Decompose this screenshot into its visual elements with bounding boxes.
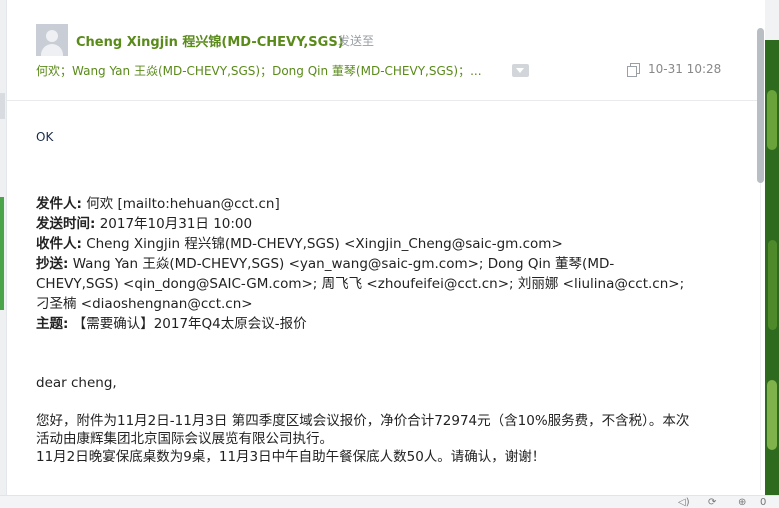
vertical-scrollbar[interactable] [756,0,765,495]
paragraph-2: 11月2日晚宴保底桌数为9桌，11月3日中午自助午餐保底人数50人。请确认，谢谢… [36,449,546,465]
avatar-icon[interactable] [36,24,68,56]
paragraph-1-line-2: 活动由康辉集团北京国际会议展览有限公司执行。 [36,431,333,447]
subject-value: 【需要确认】2017年Q4太原会议-报价 [68,316,307,332]
to-label: 收件人: [36,236,82,252]
expand-recipients-icon[interactable] [512,64,529,77]
reply-text: OK [36,130,54,144]
subject-label: 主题: [36,316,69,332]
selected-item-accent [0,197,4,310]
to-value: Cheng Xingjin 程兴锦(MD-CHEVY,SGS) <Xingjin… [81,236,563,252]
sent-value: 2017年10月31日 10:00 [95,216,253,232]
sender-name[interactable]: Cheng Xingjin 程兴锦(MD-CHEVY,SGS) [76,31,344,50]
cc-line-1: Wang Yan 王焱(MD-CHEVY,SGS) <yan_wang@saic… [68,256,615,272]
cc-line-3: 刁圣楠 <diaoshengnan@cct.cn> [36,296,253,312]
quoted-sent-time: 发送时间: 2017年10月31日 10:00 [36,212,252,232]
paragraph-1-line-1: 您好，附件为11月2日-11月3日 第四季度区域会议报价，净价合计72974元（… [36,413,690,429]
quoted-to: 收件人: Cheng Xingjin 程兴锦(MD-CHEVY,SGS) <Xi… [36,232,563,252]
cc-label: 抄送: [36,256,69,272]
speaker-icon[interactable]: ◁) [678,497,690,508]
email-timestamp: 10-31 10:28 [648,62,722,76]
quoted-from: 发件人: 何欢 [mailto:hehuan@cct.cn] [36,192,280,212]
from-label: 发件人: [36,196,82,212]
status-bar: ◁) ⟳ ⊕ 0 [0,495,779,508]
email-reading-pane: Cheng Xingjin 程兴锦(MD-CHEVY,SGS) 发送至 何欢；W… [6,0,759,507]
sent-label: 发送时间: [36,216,96,232]
copy-icon[interactable] [627,63,640,77]
email-header: Cheng Xingjin 程兴锦(MD-CHEVY,SGS) 发送至 何欢；W… [7,0,759,101]
cc-line-2: CHEVY,SGS) <qin_dong@SAIC-GM.com>; 周飞飞 <… [36,276,685,292]
recipients-list[interactable]: 何欢；Wang Yan 王焱(MD-CHEVY,SGS)；Dong Qin 董琴… [36,62,482,79]
sync-icon[interactable]: ⟳ [708,497,716,508]
share-icon[interactable]: ⊕ [738,497,746,508]
desktop-background-edge [765,0,779,507]
greeting: dear cheng, [36,375,117,391]
status-count: 0 [760,497,767,508]
scrollbar-thumb[interactable] [757,28,764,183]
quoted-cc: 抄送: Wang Yan 王焱(MD-CHEVY,SGS) <yan_wang@… [36,252,614,272]
sent-to-label: 发送至 [338,34,375,48]
list-item-marker [0,93,5,119]
quoted-subject: 主题: 【需要确认】2017年Q4太原会议-报价 [36,312,307,332]
from-value: 何欢 [mailto:hehuan@cct.cn] [81,196,280,212]
